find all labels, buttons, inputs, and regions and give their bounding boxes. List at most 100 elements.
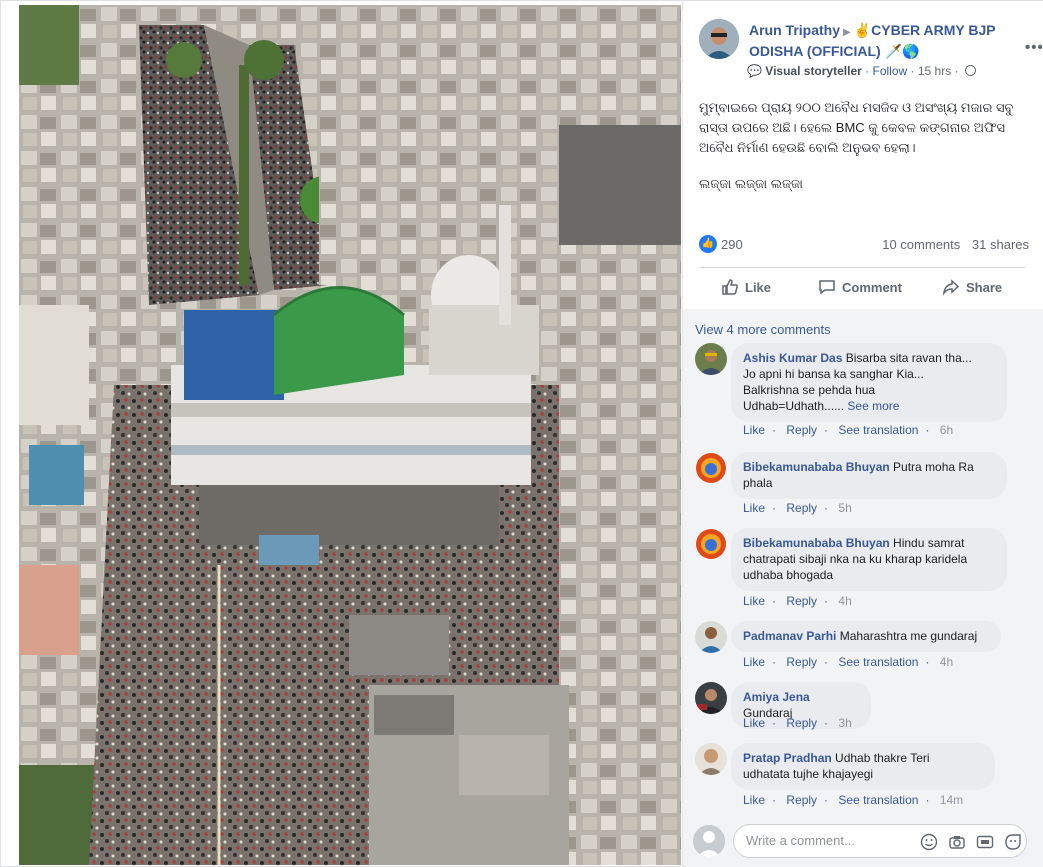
comment-time[interactable]: 14m <box>940 793 963 807</box>
separator: · <box>772 594 777 608</box>
storyteller-badge[interactable]: Visual storyteller <box>765 64 862 78</box>
comment-input-wrapper[interactable] <box>733 824 1027 858</box>
comment-bubble: Ashis Kumar Das Bisarba sita ravan tha..… <box>731 343 1007 422</box>
comment-like-link[interactable]: Like <box>743 501 765 515</box>
comment-like-link[interactable]: Like <box>743 423 765 437</box>
comment-like-link[interactable]: Like <box>743 655 765 669</box>
current-user-avatar <box>693 825 725 857</box>
comment-like-link[interactable]: Like <box>743 716 765 730</box>
comment-text: Maharashtra me gundaraj <box>839 629 978 643</box>
comment-like-link[interactable]: Like <box>743 793 765 807</box>
meta-separator: · <box>865 64 870 78</box>
comment-like-link[interactable]: Like <box>743 594 765 608</box>
gif-icon[interactable] <box>976 833 994 851</box>
share-label: Share <box>966 280 1003 295</box>
facebook-post-viewer: Arun Tripathy ▶ ✌️CYBER ARMY BJP ODISHA (O… <box>0 0 1043 867</box>
post-text: ମୁମ୍ବାଇରେ ପ୍ରାୟ ୨୦୦ ଅବୈଧ ମସଜିଦ ଓ ଅସଂଖ୍ୟ … <box>699 98 1035 210</box>
comment-icon <box>819 280 835 295</box>
separator: · <box>772 793 777 807</box>
comment-actions: Like · Reply · 3h <box>743 716 859 730</box>
share-button[interactable]: Share <box>942 271 1002 305</box>
author-avatar[interactable] <box>699 19 739 59</box>
commenter-name[interactable]: Padmanav Parhi <box>743 629 836 643</box>
comment-reply-link[interactable]: Reply <box>786 793 817 807</box>
comment-reply-link[interactable]: Reply <box>786 594 817 608</box>
post-actions: Like Comment Share <box>699 271 1026 305</box>
separator: · <box>824 793 829 807</box>
comment-bubble: Padmanav Parhi Maharashtra me gundaraj <box>731 621 1001 652</box>
aerial-city-photo <box>19 5 681 865</box>
commenter-avatar[interactable] <box>695 621 727 653</box>
more-icon[interactable]: ••• <box>1025 39 1043 56</box>
reaction-bar: 👍 290 10 comments 31 shares <box>699 234 1029 254</box>
commenter-name[interactable]: Pratap Pradhan <box>743 751 832 765</box>
comment-button[interactable]: Comment <box>818 271 902 305</box>
meta-separator: · <box>954 64 959 78</box>
comment-composer <box>683 819 1043 867</box>
commenter-avatar[interactable] <box>695 528 727 560</box>
separator: · <box>925 655 930 669</box>
comment-time[interactable]: 4h <box>838 594 851 608</box>
commenter-avatar[interactable] <box>695 452 727 484</box>
separator: · <box>925 423 930 437</box>
comment-actions: Like · Reply · See translation · 14m <box>743 793 970 807</box>
play-arrow-icon: ▶ <box>843 27 851 38</box>
emoji-icon[interactable] <box>920 833 938 851</box>
comment-time[interactable]: 3h <box>838 716 851 730</box>
reaction-count[interactable]: 290 <box>721 237 743 252</box>
see-translation-link[interactable]: See translation <box>838 423 918 437</box>
post-details-panel: Arun Tripathy ▶ ✌️CYBER ARMY BJP ODISHA (O… <box>682 1 1043 867</box>
camera-icon[interactable] <box>948 833 966 851</box>
post-title: Arun Tripathy ▶ ✌️CYBER ARMY BJP ODISHA (O… <box>749 21 1039 60</box>
comment-actions: Like · Reply · 5h <box>743 501 859 515</box>
separator: · <box>772 423 777 437</box>
comment-time[interactable]: 5h <box>838 501 851 515</box>
post-time[interactable]: 15 hrs <box>918 64 951 78</box>
commenter-name[interactable]: Ashis Kumar Das <box>743 351 842 365</box>
shares-count[interactable]: 31 shares <box>972 237 1029 252</box>
comment-bubble: Bibekamunababa Bhuyan Hindu samrat chatra… <box>731 528 1007 591</box>
separator: · <box>824 655 829 669</box>
separator: · <box>925 793 930 807</box>
comments-section: View 4 more comments Ashis Kumar Das Bis… <box>683 309 1043 819</box>
comments-count[interactable]: 10 comments <box>882 237 960 252</box>
see-translation-link[interactable]: See translation <box>838 793 918 807</box>
comment-reply-link[interactable]: Reply <box>786 423 817 437</box>
commenter-name[interactable]: Bibekamunababa Bhuyan <box>743 536 890 550</box>
like-icon <box>722 279 738 295</box>
commenter-avatar[interactable] <box>695 743 727 775</box>
post-text-paragraph: ମୁମ୍ବାଇରେ ପ୍ରାୟ ୨୦୦ ଅବୈଧ ମସଜିଦ ଓ ଅସଂଖ୍ୟ … <box>699 100 1014 155</box>
author-name[interactable]: Arun Tripathy <box>749 22 840 38</box>
share-icon <box>942 279 960 296</box>
follow-link[interactable]: Follow <box>872 64 907 78</box>
comment-time[interactable]: 6h <box>940 423 953 437</box>
globe-icon <box>964 65 976 76</box>
comment-input[interactable] <box>746 833 906 848</box>
meta-separator: · <box>910 64 915 78</box>
comment-reply-link[interactable]: Reply <box>786 716 817 730</box>
comment-bubble: Bibekamunababa Bhuyan Putra moha Ra phala <box>731 452 1007 499</box>
commenter-name[interactable]: Amiya Jena <box>743 690 810 704</box>
comment-bubble: Pratap Pradhan Udhab thakre Teri udhatata… <box>731 743 995 790</box>
separator: · <box>824 501 829 515</box>
commenter-name[interactable]: Bibekamunababa Bhuyan <box>743 460 890 474</box>
commenter-avatar[interactable] <box>695 343 727 375</box>
separator: · <box>824 594 829 608</box>
comment-reply-link[interactable]: Reply <box>786 501 817 515</box>
like-label: Like <box>745 280 772 295</box>
see-more-link[interactable]: See more <box>847 399 899 413</box>
storyteller-icon: 💬 <box>747 64 762 78</box>
comment-time[interactable]: 4h <box>940 655 953 669</box>
separator: · <box>772 716 777 730</box>
engagement-counts: 10 comments 31 shares <box>874 237 1029 252</box>
comment-reply-link[interactable]: Reply <box>786 655 817 669</box>
commenter-avatar[interactable] <box>695 682 727 714</box>
comment-actions: Like · Reply · See translation · 6h <box>743 423 960 437</box>
like-reaction-icon[interactable]: 👍 <box>699 235 717 253</box>
comment-actions: Like · Reply · See translation · 4h <box>743 655 960 669</box>
like-button[interactable]: Like <box>721 271 771 305</box>
view-more-comments-link[interactable]: View 4 more comments <box>695 322 831 337</box>
post-photo[interactable] <box>19 5 681 865</box>
sticker-icon[interactable] <box>1004 833 1022 851</box>
see-translation-link[interactable]: See translation <box>838 655 918 669</box>
